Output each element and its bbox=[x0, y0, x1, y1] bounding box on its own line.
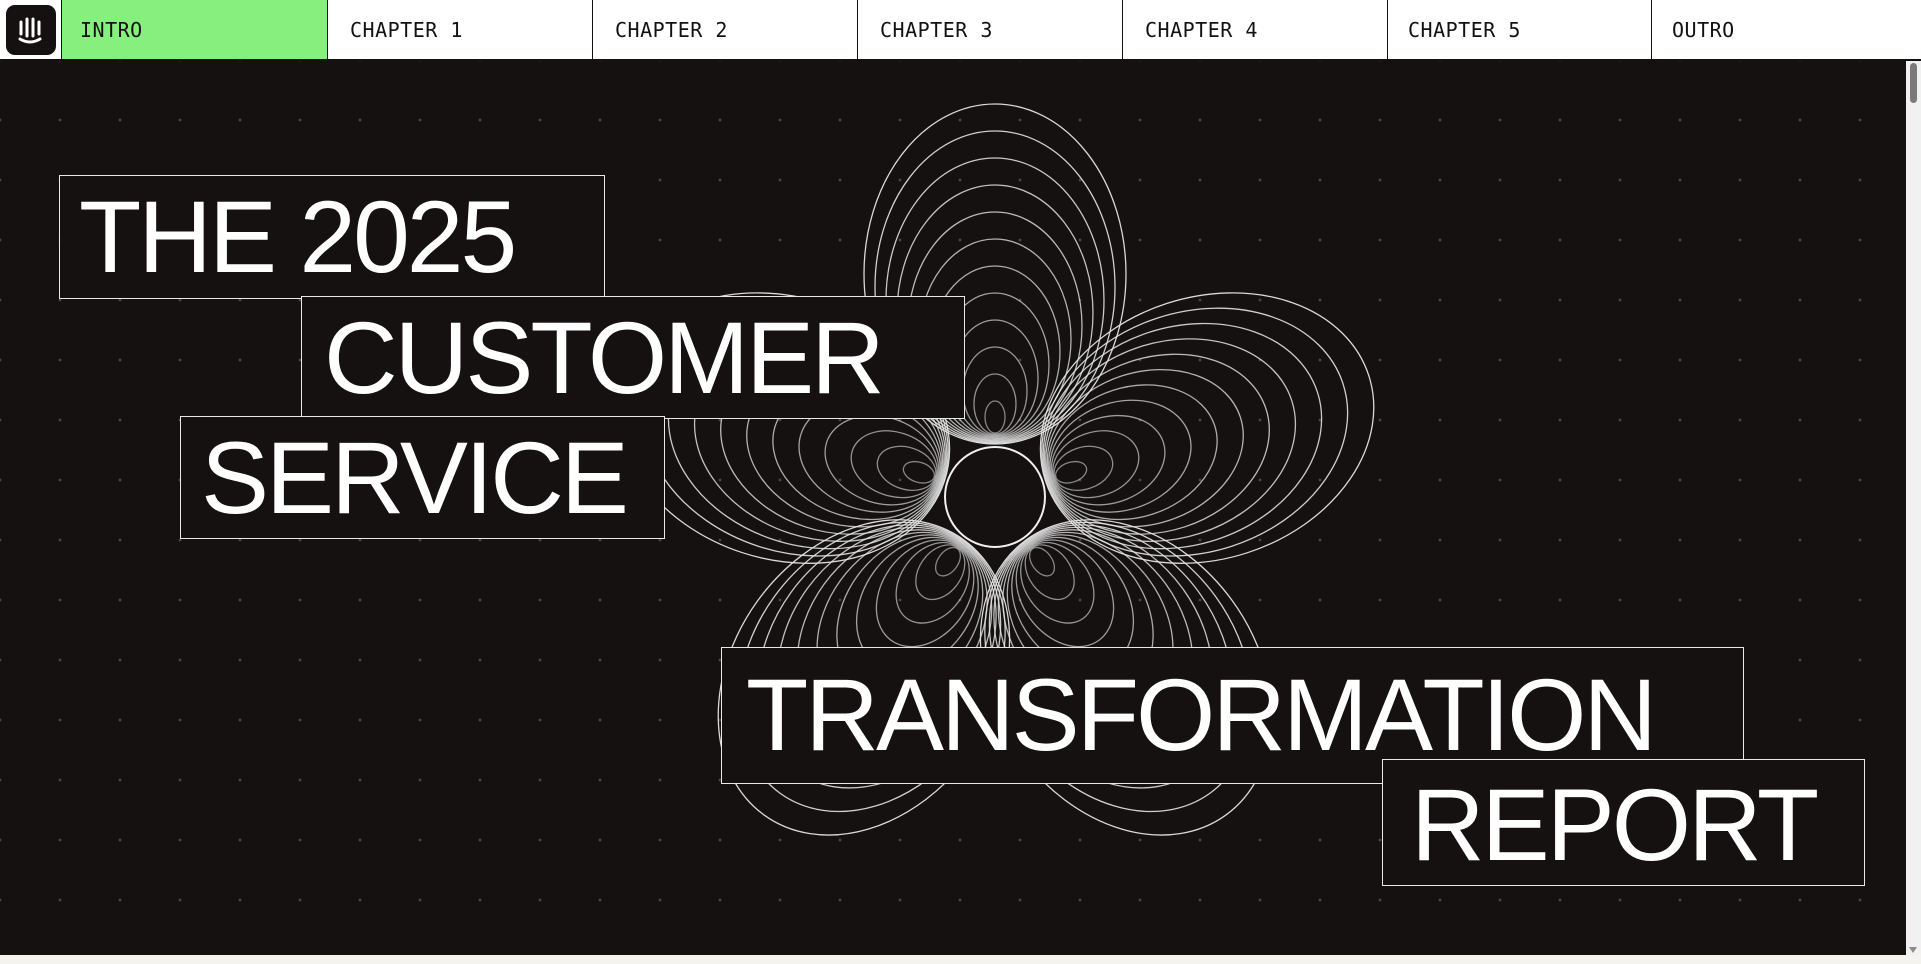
scroll-down-arrow-icon[interactable] bbox=[1909, 947, 1917, 953]
title-line-5: REPORT bbox=[1382, 759, 1865, 886]
title-line-3: SERVICE bbox=[180, 416, 665, 539]
logo-cell[interactable] bbox=[0, 0, 62, 59]
tab-chapter-2[interactable]: CHAPTER 2 bbox=[593, 0, 858, 59]
bottom-strip bbox=[0, 955, 1921, 964]
intercom-logo-icon[interactable] bbox=[5, 4, 56, 55]
tab-chapter-3[interactable]: CHAPTER 3 bbox=[858, 0, 1123, 59]
title-line-1: THE 2025 bbox=[59, 175, 605, 299]
hero-section: THE 2025 CUSTOMER SERVICE TRANSFORMATION… bbox=[0, 61, 1906, 955]
tab-chapter-4[interactable]: CHAPTER 4 bbox=[1123, 0, 1388, 59]
tab-chapter-5[interactable]: CHAPTER 5 bbox=[1388, 0, 1652, 59]
tab-intro[interactable]: INTRO bbox=[62, 0, 328, 59]
tab-chapter-1[interactable]: CHAPTER 1 bbox=[328, 0, 593, 59]
tab-outro[interactable]: OUTRO bbox=[1652, 0, 1916, 59]
vertical-scrollbar[interactable] bbox=[1906, 61, 1921, 955]
title-line-2: CUSTOMER bbox=[301, 296, 965, 419]
scrollbar-thumb[interactable] bbox=[1910, 63, 1917, 103]
top-navigation: INTRO CHAPTER 1 CHAPTER 2 CHAPTER 3 CHAP… bbox=[0, 0, 1921, 61]
